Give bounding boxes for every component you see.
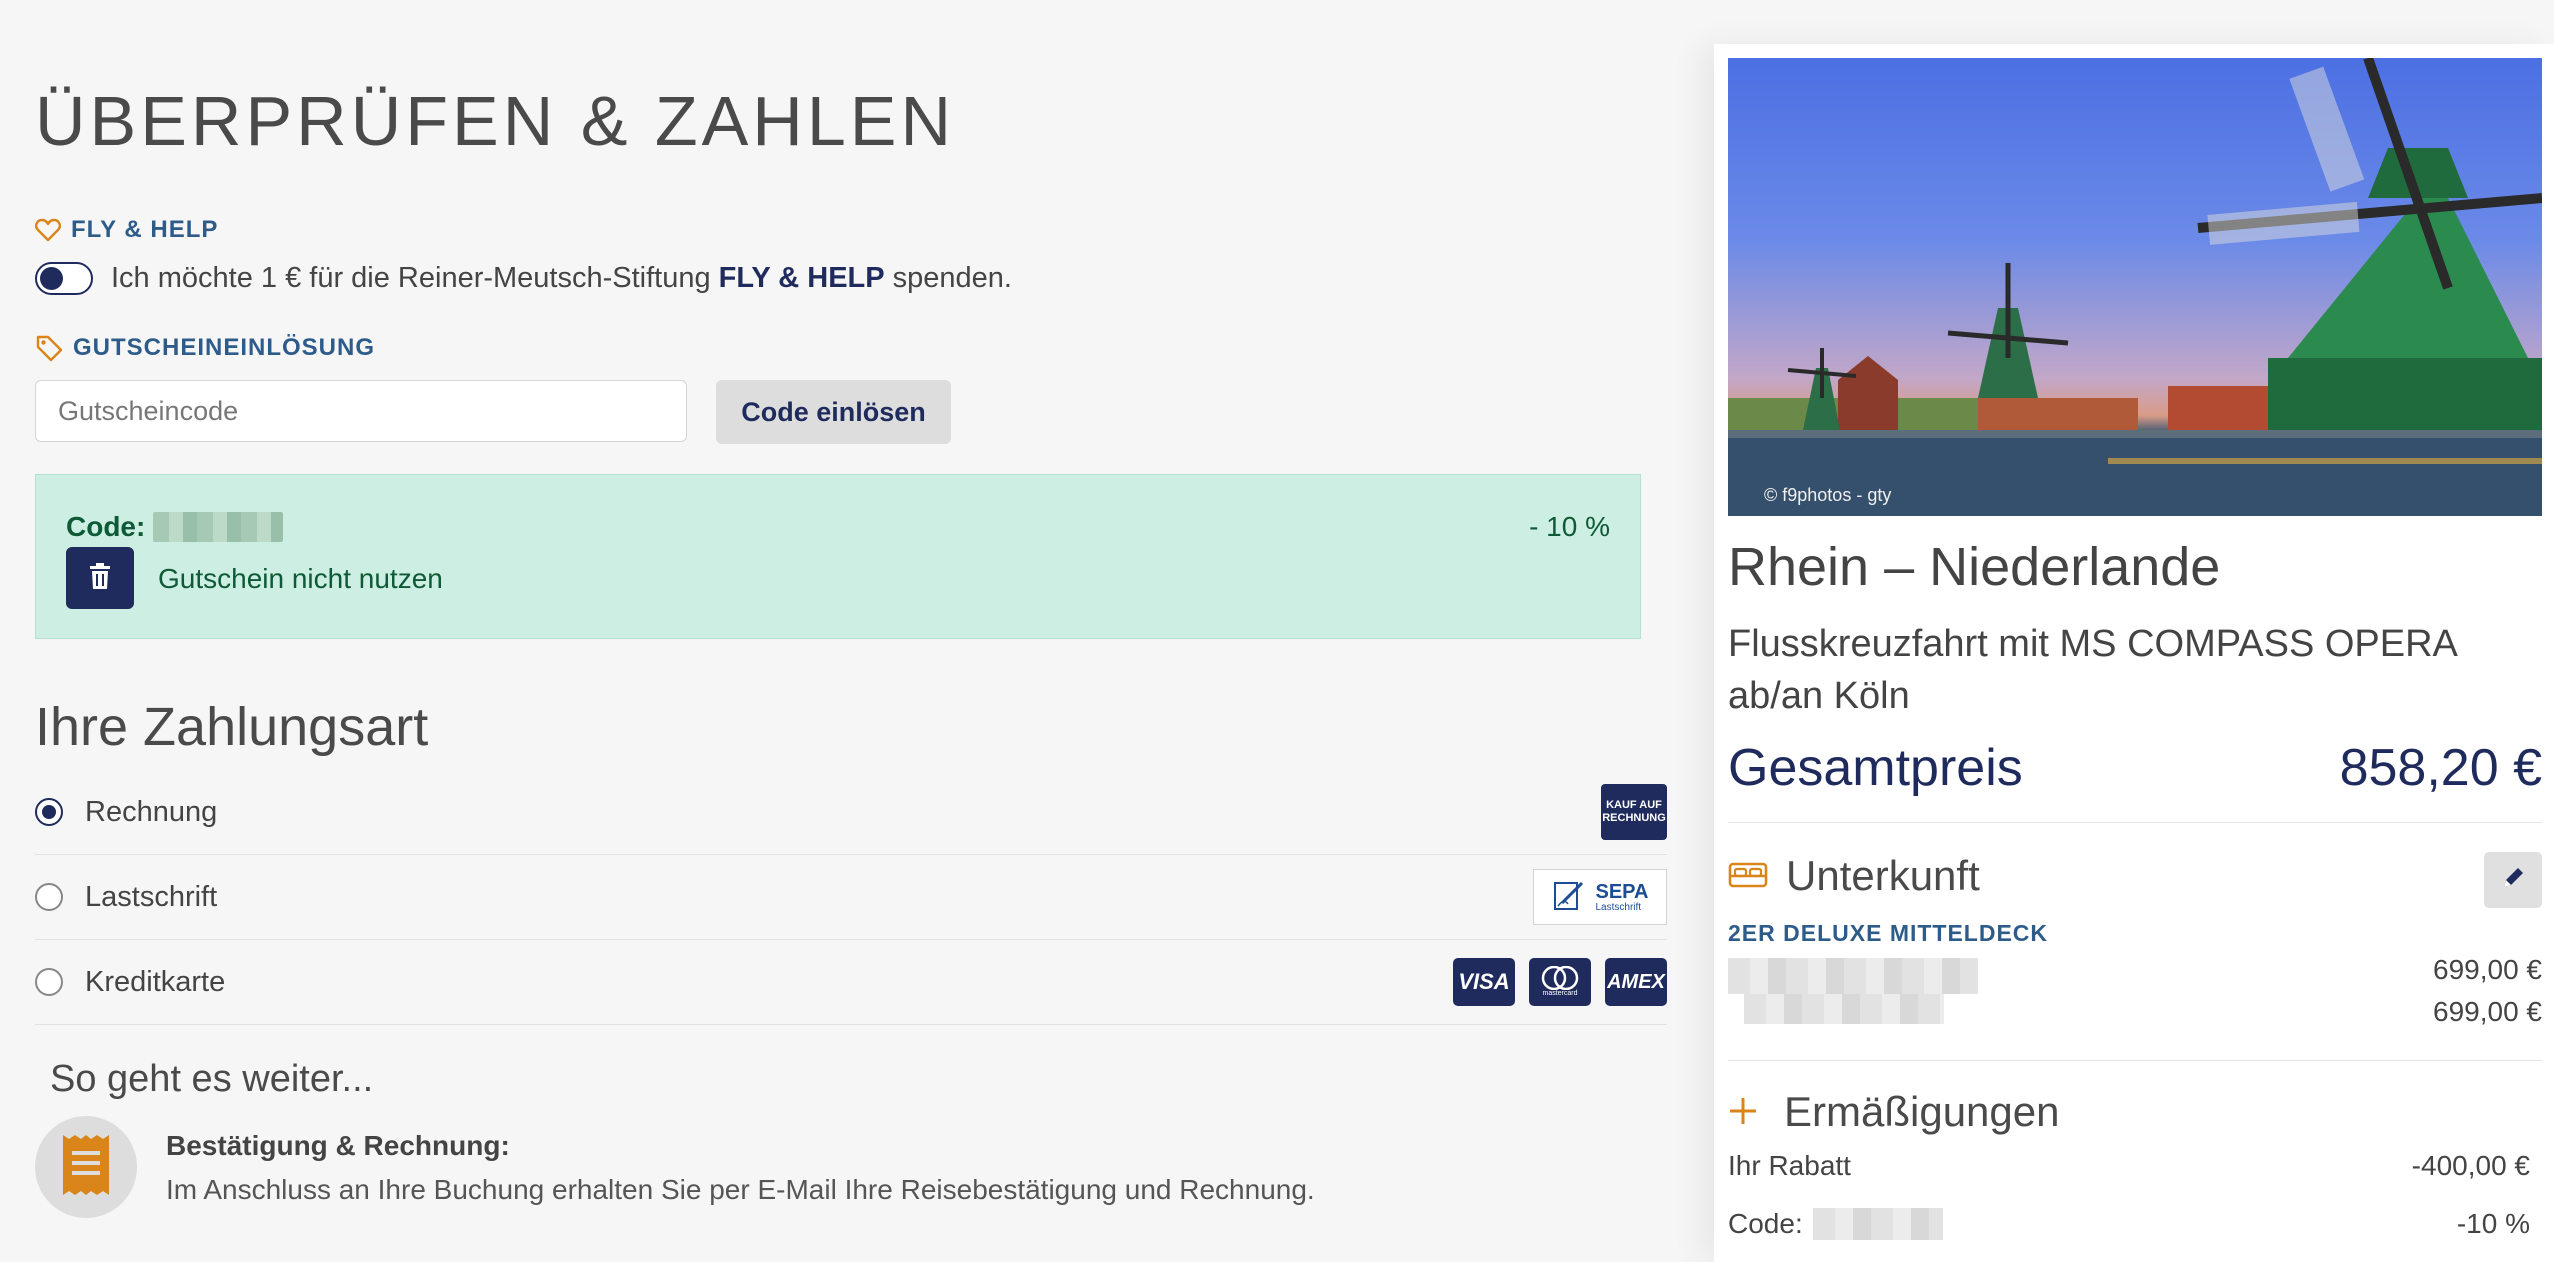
- trip-title: Rhein – Niederlande: [1728, 537, 2221, 597]
- next-steps-item-heading: Bestätigung & Rechnung:: [166, 1130, 510, 1161]
- image-credit: © f9photos - gty: [1764, 485, 1892, 505]
- payment-radio-kreditkarte[interactable]: [35, 968, 63, 996]
- trip-hero-image: © f9photos - gty: [1728, 58, 2542, 516]
- sepa-logo-sub: Lastschrift: [1595, 901, 1642, 913]
- redacted-passenger-2: [1744, 994, 1944, 1024]
- mastercard-logo: mastercard: [1529, 958, 1591, 1006]
- discount-rabatt-row: Ihr Rabatt -400,00 €: [1728, 1150, 2542, 1182]
- mastercard-logo-text: mastercard: [1542, 990, 1578, 997]
- discounts-heading: Ermäßigungen: [1728, 1088, 2059, 1136]
- cabin-type: 2ER DELUXE MITTELDECK: [1728, 920, 2049, 946]
- payment-option-label: Rechnung: [85, 795, 218, 828]
- payment-option-kreditkarte[interactable]: Kreditkarte VISA mastercard AMEX: [35, 940, 1667, 1025]
- total-price-row: Gesamtpreis 858,20 €: [1728, 738, 2542, 798]
- remove-voucher-link[interactable]: Gutschein nicht nutzen: [158, 563, 443, 595]
- donation-text-bold: FLY & HELP: [718, 262, 885, 294]
- redacted-code: [153, 512, 284, 542]
- page-title: ÜBERPRÜFEN & ZAHLEN: [35, 82, 956, 160]
- voucher-code-input[interactable]: [35, 380, 687, 442]
- discount-code-value: -10 %: [2456, 1208, 2530, 1239]
- accommodation-price-2: 699,00 €: [2433, 996, 2542, 1027]
- fly-help-heading-label: FLY & HELP: [71, 216, 219, 243]
- bed-icon: [1728, 852, 1768, 900]
- payment-option-label: Lastschrift: [85, 880, 218, 913]
- discount-rabatt-label: Ihr Rabatt: [1728, 1150, 1851, 1181]
- heart-icon: [35, 218, 61, 242]
- payment-option-label: Kreditkarte: [85, 965, 226, 998]
- receipt-icon: [61, 1133, 111, 1202]
- voucher-heading-label: GUTSCHEINEINLÖSUNG: [73, 334, 376, 361]
- fly-help-heading: FLY & HELP: [35, 216, 218, 244]
- payment-title: Ihre Zahlungsart: [35, 697, 429, 757]
- discount-rabatt-value: -400,00 €: [2411, 1150, 2530, 1181]
- discount-code-label: Code:: [1728, 1208, 1803, 1239]
- trip-subtitle: Flusskreuzfahrt mit MS COMPASS OPERA ab/…: [1728, 623, 2456, 717]
- plus-icon: [1728, 1088, 1758, 1136]
- donation-text-after: spenden.: [892, 262, 1012, 294]
- sepa-pen-icon: [1552, 878, 1586, 917]
- invoice-logo: KAUF AUF RECHNUNG: [1601, 784, 1667, 840]
- checkout-main: ÜBERPRÜFEN & ZAHLEN FLY & HELP Ich möcht…: [0, 0, 1700, 1262]
- donation-text-before: Ich möchte 1 € für die Reiner-Meutsch-St…: [111, 262, 711, 294]
- edit-accommodation-button[interactable]: [2484, 852, 2542, 908]
- next-steps-item-text: Im Anschluss an Ihre Buchung erhalten Si…: [166, 1174, 1315, 1205]
- booking-summary-panel: © f9photos - gty Rhein – Niederlande Flu…: [1714, 44, 2554, 1262]
- applied-voucher-code: Code:: [66, 511, 284, 543]
- redeem-code-button[interactable]: Code einlösen: [716, 380, 951, 444]
- discount-code-row: Code: -10 %: [1728, 1208, 2542, 1240]
- applied-voucher-box: Code: - 10 % Gutschein nicht nutzen: [35, 474, 1641, 639]
- payment-option-lastschrift[interactable]: Lastschrift SEPA Lastschrift: [35, 855, 1667, 940]
- discounts-heading-label: Ermäßigungen: [1784, 1088, 2060, 1135]
- amex-logo: AMEX: [1605, 958, 1667, 1006]
- accommodation-price-1: 699,00 €: [2433, 954, 2542, 985]
- accommodation-heading: Unterkunft: [1728, 852, 1980, 900]
- applied-voucher-code-label: Code:: [66, 511, 146, 542]
- visa-logo: VISA: [1453, 958, 1515, 1006]
- divider: [1728, 1060, 2542, 1061]
- redacted-passenger-1: [1728, 958, 1978, 994]
- total-price-value: 858,20 €: [2339, 739, 2542, 797]
- tag-icon: [35, 334, 63, 362]
- accommodation-heading-label: Unterkunft: [1786, 852, 1980, 899]
- total-price-label: Gesamtpreis: [1728, 739, 2023, 797]
- next-steps-icon-wrap: [35, 1116, 137, 1218]
- divider: [1728, 822, 2542, 823]
- payment-radio-rechnung[interactable]: [35, 798, 63, 826]
- remove-voucher-button[interactable]: [66, 547, 134, 609]
- donation-row: Ich möchte 1 € für die Reiner-Meutsch-St…: [35, 262, 1012, 295]
- payment-option-rechnung[interactable]: Rechnung KAUF AUF RECHNUNG: [35, 770, 1667, 855]
- sepa-logo-title: SEPA: [1595, 880, 1649, 903]
- donation-toggle[interactable]: [35, 262, 93, 295]
- next-steps-title: So geht es weiter...: [50, 1058, 374, 1100]
- applied-voucher-discount: - 10 %: [1529, 511, 1610, 542]
- trash-icon: [88, 562, 112, 595]
- pencil-icon: [2500, 865, 2526, 896]
- sepa-logo: SEPA Lastschrift: [1533, 869, 1667, 925]
- redacted-code: [1812, 1208, 1943, 1240]
- voucher-heading: GUTSCHEINEINLÖSUNG: [35, 334, 375, 362]
- payment-radio-lastschrift[interactable]: [35, 883, 63, 911]
